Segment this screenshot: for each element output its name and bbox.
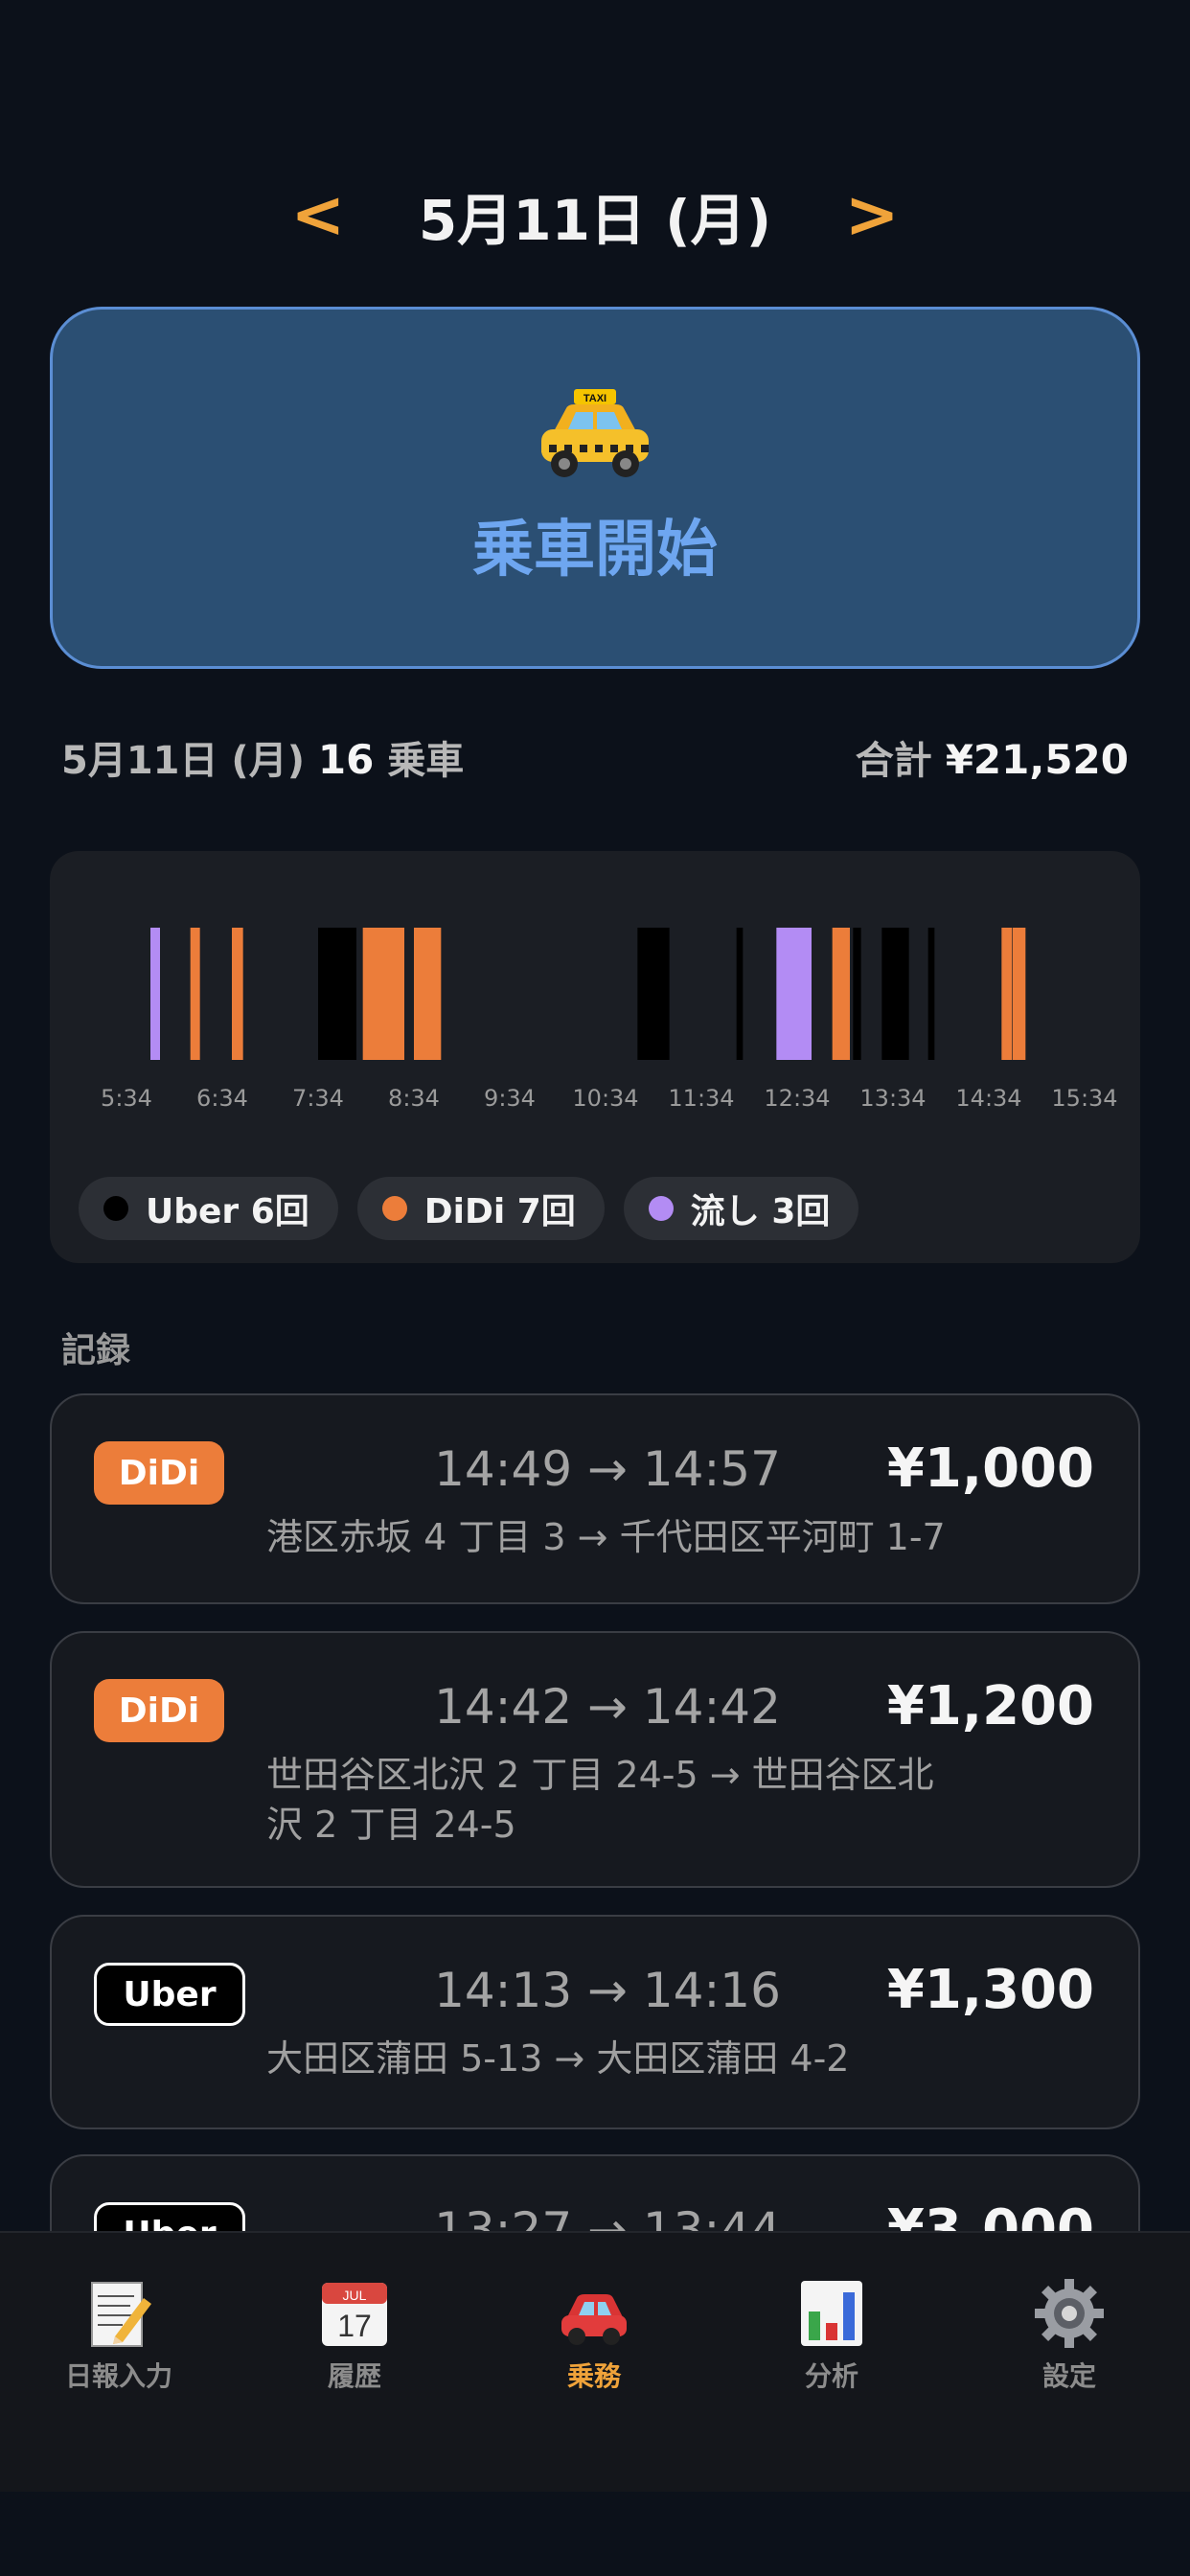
timeline-tick-label: 12:34 — [764, 1085, 830, 1112]
memo-pencil-icon — [91, 2282, 151, 2347]
tab-daily-report[interactable]: 日報入力 — [23, 2275, 215, 2394]
rides-summary: 5月11日 (月) 16 乗車 — [61, 729, 464, 785]
bar-chart-icon — [801, 2281, 862, 2346]
timeline-segment — [832, 928, 850, 1060]
chevron-left-icon[interactable]: < — [275, 183, 361, 248]
record-amount: ¥1,000 — [886, 1438, 1094, 1500]
legend-label: Uber 6回 — [146, 1192, 309, 1231]
record-card[interactable]: Uber 14:13 → 14:16 ¥1,300 大田区蒲田 5-13 → 大… — [50, 1915, 1140, 2129]
legend-dot — [381, 1196, 407, 1221]
svg-text:JUL: JUL — [343, 2288, 367, 2303]
source-badge: DiDi — [94, 1679, 224, 1742]
start-ride-label: 乗車開始 — [472, 515, 718, 586]
record-card[interactable]: Uber 13:27 → 13:44 ¥3,000 — [50, 2154, 1140, 2231]
home-indicator-area — [0, 2492, 1190, 2576]
gear-icon — [1035, 2279, 1104, 2348]
date-title: 5月11日 (月) — [418, 188, 772, 253]
record-time: 13:27 → 13:44 — [434, 2202, 781, 2231]
rides-unit: 乗車 — [387, 739, 465, 783]
svg-text:TAXI: TAXI — [584, 393, 606, 404]
total-summary: 合計 ¥21,520 — [856, 729, 1129, 785]
ride-timeline-card: 5:34 6:34 7:34 8:34 9:34 10:34 11:34 12:34 13:34… — [50, 851, 1140, 1263]
timeline-segment — [776, 928, 812, 1060]
records-list: DiDi 14:49 → 14:57 ¥1,000 港区赤坂 4 丁目 3 → … — [50, 1393, 1140, 2231]
record-amount: ¥1,200 — [886, 1675, 1094, 1737]
record-amount: ¥3,000 — [886, 2198, 1094, 2231]
record-time: 14:49 → 14:57 — [434, 1441, 781, 1497]
tab-history[interactable]: JUL 17 履歴 — [259, 2275, 450, 2394]
timeline-segment — [1013, 928, 1026, 1060]
tab-label: 分析 — [804, 2360, 858, 2392]
source-badge: Uber — [94, 2202, 245, 2231]
timeline-segment — [853, 928, 861, 1060]
source-badge: DiDi — [94, 1441, 224, 1505]
tab-label: 設定 — [1041, 2360, 1096, 2392]
ride-timeline-chart: 5:34 6:34 7:34 8:34 9:34 10:34 11:34 12:34 13:34… — [101, 928, 1118, 1112]
tab-label: 日報入力 — [64, 2360, 172, 2392]
timeline-segment — [190, 928, 200, 1060]
timeline-segment — [637, 928, 670, 1060]
timeline-segment — [150, 928, 160, 1060]
total-value: ¥21,520 — [945, 736, 1129, 783]
timeline-tick-label: 11:34 — [668, 1085, 734, 1112]
timeline-segment — [881, 928, 909, 1060]
record-time: 14:42 → 14:42 — [434, 1679, 781, 1735]
total-label: 合計 — [855, 739, 932, 783]
taxi-icon: TAXI — [541, 389, 649, 477]
record-route: 世田谷区北沢 2 丁目 24-5 → 世田谷区北沢 2 丁目 24-5 — [266, 1754, 934, 1846]
timeline-segment — [232, 928, 243, 1060]
timeline-tick-label: 9:34 — [484, 1085, 536, 1112]
legend-dot — [648, 1196, 674, 1221]
timeline-segment — [318, 928, 356, 1060]
timeline-segment — [927, 928, 935, 1060]
day-summary: 5月11日 (月) 16 乗車 合計 ¥21,520 — [61, 728, 1129, 786]
timeline-tick-label: 5:34 — [101, 1085, 152, 1112]
timeline-legend: Uber 6回 DiDi 7回 流し 3回 — [79, 1177, 859, 1240]
timeline-tick-label: 10:34 — [572, 1085, 638, 1112]
record-card[interactable]: DiDi 14:42 → 14:42 ¥1,200 世田谷区北沢 2 丁目 24… — [50, 1631, 1140, 1888]
tab-settings[interactable]: 設定 — [973, 2275, 1165, 2394]
tab-analysis[interactable]: 分析 — [736, 2275, 927, 2394]
record-time: 14:13 → 14:16 — [434, 1963, 781, 2018]
tab-duty[interactable]: 乗務 — [498, 2275, 690, 2394]
timeline-segment — [736, 928, 744, 1060]
legend-nagashi: 流し 3回 — [623, 1177, 859, 1240]
timeline-segment — [1006, 928, 1013, 1060]
timeline-tick-label: 6:34 — [196, 1085, 248, 1112]
timeline-tick-label: 13:34 — [859, 1085, 926, 1112]
start-ride-button[interactable]: TAXI 乗車開始 — [50, 307, 1140, 669]
tab-label: 乗務 — [566, 2360, 621, 2392]
date-header: < 5月11日 (月) > — [0, 172, 1190, 259]
svg-text:17: 17 — [337, 2309, 372, 2343]
rides-count: 16 — [317, 736, 375, 783]
timeline-segment — [414, 928, 442, 1060]
timeline-tick-label: 8:34 — [388, 1085, 440, 1112]
chevron-right-icon[interactable]: > — [829, 183, 915, 248]
calendar-icon: JUL 17 — [322, 2283, 387, 2346]
timeline-segment — [362, 928, 404, 1060]
timeline-tick-label: 7:34 — [292, 1085, 344, 1112]
record-card[interactable]: DiDi 14:49 → 14:57 ¥1,000 港区赤坂 4 丁目 3 → … — [50, 1393, 1140, 1604]
tab-bar: 日報入力 JUL 17 履歴 乗務 分析 設定 — [0, 2231, 1190, 2492]
car-icon — [561, 2294, 627, 2345]
source-badge: Uber — [94, 1963, 245, 2026]
records-section-label: 記録 — [61, 1331, 131, 1370]
legend-dot — [103, 1196, 128, 1221]
timeline-tick-label: 14:34 — [955, 1085, 1021, 1112]
tab-label: 履歴 — [327, 2360, 381, 2392]
legend-didi: DiDi 7回 — [356, 1177, 605, 1240]
legend-label: DiDi 7回 — [423, 1192, 576, 1231]
timeline-tick-label: 15:34 — [1051, 1085, 1117, 1112]
record-amount: ¥1,300 — [886, 1959, 1094, 2021]
record-route: 港区赤坂 4 丁目 3 → 千代田区平河町 1-7 — [266, 1516, 946, 1558]
legend-uber: Uber 6回 — [79, 1177, 338, 1240]
record-route: 大田区蒲田 5-13 → 大田区蒲田 4-2 — [266, 2037, 850, 2080]
legend-label: 流し 3回 — [690, 1192, 831, 1231]
summary-date: 5月11日 (月) — [61, 739, 305, 783]
